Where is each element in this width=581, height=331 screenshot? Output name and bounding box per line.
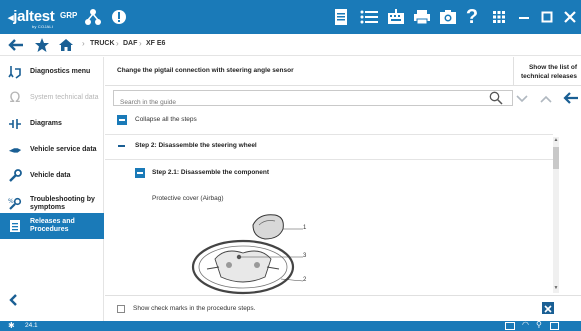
sidebar-item-diagrams[interactable]: Diagrams (0, 111, 104, 137)
svg-text:%: % (8, 198, 14, 205)
image-caption: Protective cover (Airbag) (152, 195, 224, 202)
show-checkmarks-label[interactable]: Show check marks in the procedure steps. (133, 305, 255, 312)
callout-label: 1 (303, 225, 307, 231)
scroll-down-icon[interactable]: ▼ (553, 285, 559, 293)
troubleshooting-icon: % (8, 197, 22, 211)
maximize-icon[interactable] (537, 6, 557, 28)
ohm-icon: Ω (9, 90, 21, 106)
document-icon[interactable] (330, 6, 352, 28)
favorite-star-icon[interactable] (34, 37, 50, 53)
procedure-header: Change the pigtail connection with steer… (105, 57, 581, 86)
step-title[interactable]: Step 2: Disassemble the steering wheel (135, 142, 257, 149)
service-icon (8, 143, 22, 157)
search-field[interactable] (113, 90, 513, 110)
list-icon[interactable] (358, 6, 380, 28)
procedures-icon (8, 219, 22, 233)
camera-icon[interactable] (437, 6, 459, 28)
bluetooth-icon: ✱ (8, 321, 15, 330)
substep-title[interactable]: Step 2.1: Disassemble the component (152, 169, 269, 176)
sidebar-item-releases-procedures[interactable]: Releases and Procedures (0, 213, 104, 239)
sidebar-item-system-technical-data: Ω System technical data (9, 90, 99, 106)
home-icon[interactable] (58, 38, 74, 52)
sidebar-item-diagnostics[interactable]: Diagnostics menu (0, 59, 104, 85)
collapse-sidebar-chevron-icon[interactable] (8, 293, 22, 307)
show-technical-releases-button[interactable]: Show the list of technical releases (513, 57, 581, 86)
next-result-chevron-up-icon[interactable] (539, 92, 553, 104)
callout-label: 3 (303, 253, 307, 259)
printer-icon[interactable] (411, 6, 433, 28)
divider (105, 134, 553, 135)
breadcrumb-item-daf[interactable]: DAF (123, 40, 137, 47)
scrollbar-thumb[interactable] (553, 147, 559, 169)
back-arrow-icon[interactable] (563, 91, 579, 105)
status-bar: ✱ 24.1 ◠ ⚲ (0, 320, 581, 331)
jaltest-logo: ◂jaltest by COJALI (8, 8, 55, 29)
procedure-title: Change the pigtail connection with steer… (117, 67, 294, 74)
keyboard-icon[interactable] (385, 6, 407, 28)
steering-wheel-diagram: 1 3 2 (185, 207, 315, 295)
callout-label: 2 (303, 277, 307, 283)
close-icon[interactable] (560, 6, 580, 28)
substep-collapse-icon[interactable] (135, 168, 145, 178)
sidebar: Diagnostics menu Ω System technical data… (0, 57, 104, 321)
show-checkmarks-checkbox[interactable] (117, 305, 125, 313)
group-label: GRP (60, 11, 78, 20)
procedure-panel: Change the pigtail connection with steer… (105, 57, 581, 321)
minimize-icon[interactable] (514, 6, 534, 28)
breadcrumb-item-model[interactable]: XF E6 (146, 40, 165, 47)
content-scrollbar[interactable]: ▲ ▼ (553, 137, 559, 293)
previous-result-chevron-down-icon[interactable] (515, 92, 529, 104)
divider (105, 159, 553, 160)
close-procedure-icon[interactable] (542, 302, 554, 314)
apps-grid-icon[interactable] (488, 6, 510, 28)
scroll-up-icon[interactable]: ▲ (553, 137, 559, 145)
version-label: 24.1 (25, 322, 38, 329)
search-input[interactable] (114, 95, 484, 110)
sidebar-item-vehicle-data[interactable]: Vehicle data (0, 163, 104, 189)
sidebar-item-vehicle-service-data[interactable]: Vehicle service data (0, 137, 104, 163)
diagnostics-icon (8, 65, 22, 79)
network-icon[interactable] (82, 6, 104, 28)
procedure-content: Collapse all the steps Step 2: Disassemb… (105, 109, 581, 295)
alert-icon[interactable] (108, 6, 130, 28)
step-collapse-minus-icon[interactable] (118, 145, 125, 147)
wrench-icon (8, 169, 22, 183)
top-toolbar: ◂jaltest by COJALI GRP ? (0, 0, 581, 34)
breadcrumb-item-truck[interactable]: TRUCK (90, 40, 115, 47)
diagram-icon (8, 117, 22, 131)
search-icon[interactable] (489, 91, 503, 105)
procedure-footer: Show check marks in the procedure steps. (105, 295, 581, 321)
wifi-icon: ◠ (522, 320, 529, 329)
search-row (105, 87, 581, 110)
collapse-all-toggle-icon[interactable] (117, 115, 127, 125)
collapse-all-label[interactable]: Collapse all the steps (135, 116, 197, 123)
user-icon: ⚲ (536, 320, 542, 329)
battery-icon (505, 322, 515, 330)
help-icon[interactable]: ? (462, 5, 482, 29)
back-arrow-icon[interactable] (8, 38, 24, 52)
navigation-bar: › TRUCK › DAF › XF E6 (0, 34, 581, 56)
calendar-icon (550, 322, 559, 330)
